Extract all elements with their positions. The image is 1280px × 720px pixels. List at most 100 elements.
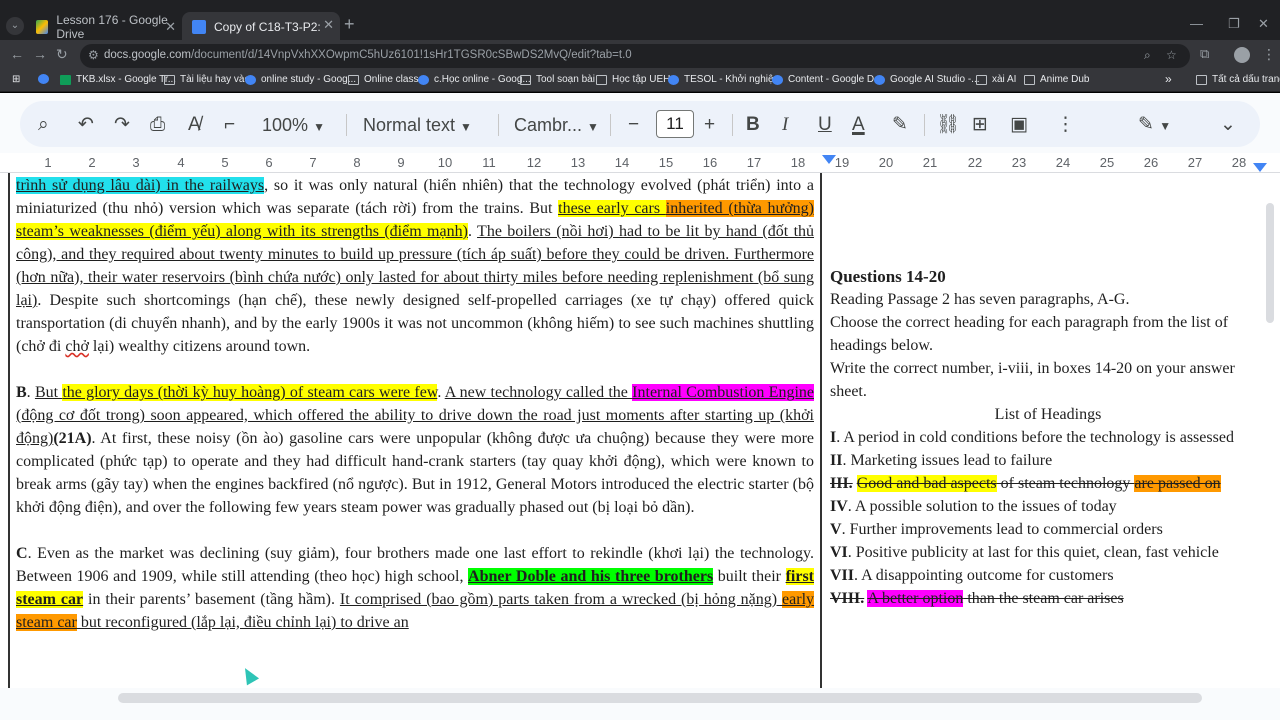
all-bookmarks[interactable]: Tất cả dấu trang [1196,74,1280,85]
google-icon [245,74,256,85]
vertical-scrollbar[interactable] [1266,203,1274,323]
spellcheck-icon[interactable]: A̸ [188,113,201,137]
close-tab-icon[interactable]: ✕ [323,17,334,33]
extensions-icon[interactable]: ⧉ [1200,46,1209,62]
close-window-icon[interactable]: ✕ [1258,16,1269,32]
folder-icon [1196,74,1207,85]
sheets-icon [60,74,71,85]
instruction-line: Choose the correct heading for each para… [830,314,1229,354]
document-canvas[interactable]: trình sử dụng lâu dài) in the railways, … [0,173,1280,688]
bookmark-item[interactable]: TKB.xlsx - Google Tr... [60,74,176,85]
collapse-toolbar-icon[interactable]: ⌄ [1220,113,1236,137]
ruler-tick: 5 [221,155,229,170]
indent-marker[interactable] [822,155,836,164]
bookmark-star-icon[interactable]: ☆ [1166,48,1177,62]
google-docs-icon [192,20,206,34]
google-icon [668,74,679,85]
divider [924,114,925,136]
more-options-icon[interactable]: ⋮ [1056,113,1075,137]
new-tab-icon[interactable]: + [344,14,355,35]
italic-icon[interactable]: I [782,113,788,137]
bookmark-item[interactable]: Content - Google D... [772,74,883,85]
tab-steam-doc[interactable]: Copy of C18-T3-P2: The steam ✕ [182,12,340,42]
heading-option[interactable]: II. Marketing issues lead to failure [830,449,1266,472]
right-indent-marker[interactable] [1253,163,1267,172]
heading-option[interactable]: VIII. A better option than the steam car… [830,587,1266,610]
bookmark-item[interactable]: c.Học online - Goog... [418,74,531,85]
bold-icon[interactable]: B [746,113,760,137]
folder-icon [520,74,531,85]
paragraph-b[interactable]: B. But the glory days (thời kỳ huy hoàng… [10,381,820,519]
tab-title: Lesson 176 - Google Drive [56,13,168,41]
ruler-tick: 8 [353,155,361,170]
ruler-tick: 3 [132,155,140,170]
font-select[interactable]: Cambr... ▼ [514,113,599,139]
google-icon [874,74,885,85]
bookmarks-bar: ⊞ TKB.xlsx - Google Tr... Tài liệu hay v… [0,70,1280,92]
editing-mode-icon[interactable]: ✎ ▼ [1138,113,1171,137]
paint-format-icon[interactable]: ⌐ [224,113,235,137]
font-size-input[interactable]: 11 [656,110,694,138]
tab-search-icon[interactable]: ⌄ [6,17,24,35]
tab-lesson-drive[interactable]: Lesson 176 - Google Drive ✕ [26,13,182,41]
back-icon[interactable]: ← [10,46,24,62]
docs-toolbar: ⌕ ↶ ↷ ⎙ A̸ ⌐ 100% ▼ Normal text ▼ Cambr.… [0,93,1280,153]
heading-option[interactable]: VI. Positive publicity at last for this … [830,541,1266,564]
heading-option[interactable]: IV. A possible solution to the issues of… [830,495,1266,518]
ruler-tick: 7 [309,155,317,170]
bookmark-item[interactable]: Google AI Studio -... [874,74,980,85]
ruler-tick: 6 [265,155,273,170]
omnibox[interactable]: ⚙ docs.google.com/document/d/14VnpVxhXXO… [80,44,1190,68]
paragraph-a-end[interactable]: trình sử dụng lâu dài) in the railways, … [10,174,820,358]
increase-font-size-icon[interactable]: + [704,113,715,137]
zoom-icon[interactable]: ⌕ [1144,48,1151,63]
bookmarks-more[interactable]: » [1165,72,1172,86]
bookmark-item[interactable]: xài AI [976,74,1016,85]
text-color-icon[interactable]: A [852,113,865,137]
style-select[interactable]: Normal text ▼ [363,113,472,139]
chrome-menu-icon[interactable]: ⋮ [1262,46,1276,63]
bookmark-item[interactable]: Online class [348,74,418,85]
ruler-tick: 16 [702,155,718,170]
reload-icon[interactable]: ↻ [56,46,68,63]
heading-option[interactable]: VII. A disappointing outcome for custome… [830,564,1266,587]
underline-icon[interactable]: U [818,113,832,137]
bookmark-item[interactable]: Anime Dub [1024,74,1089,85]
heading-option[interactable]: III. Good and bad aspects of steam techn… [830,472,1266,495]
site-info-icon[interactable]: ⚙ [88,48,99,62]
redo-icon[interactable]: ↷ [114,113,130,137]
ruler-tick: 14 [614,155,630,170]
close-tab-icon[interactable]: ✕ [165,19,176,35]
horizontal-scrollbar[interactable] [118,693,1202,703]
profile-avatar[interactable] [1234,47,1250,63]
heading-option[interactable]: I. A period in cold conditions before th… [830,426,1266,449]
folder-icon [164,74,175,85]
bookmark-item[interactable]: Tài liệu hay vào [164,74,250,85]
google-icon [772,74,783,85]
folder-icon [1024,74,1035,85]
zoom-select[interactable]: 100% ▼ [262,113,325,139]
ruler-tick: 25 [1099,155,1115,170]
paragraph-c[interactable]: C. Even as the market was declining (suy… [10,542,820,634]
apps-icon[interactable]: ⊞ [12,74,20,85]
bookmark-item[interactable]: online study - Goog... [245,74,356,85]
add-comment-icon[interactable]: ⊞ [972,113,988,137]
minimize-icon[interactable]: — [1190,16,1203,31]
passage-column[interactable]: trình sử dụng lâu dài) in the railways, … [8,173,822,688]
bookmark-item[interactable]: Tool soạn bài [520,74,595,85]
print-icon[interactable]: ⎙ [150,113,165,137]
insert-link-icon[interactable]: ⛓ [936,113,960,137]
insert-image-icon[interactable]: ▣ [1010,113,1028,137]
highlight-icon[interactable]: ✎ [892,113,908,137]
bookmark-item[interactable]: TESOL - Khởi nghiệ... [668,74,782,85]
bookmark-item[interactable]: Học tập UEH [596,74,670,85]
search-menus-icon[interactable]: ⌕ [38,113,49,137]
undo-icon[interactable]: ↶ [78,113,94,137]
questions-column[interactable]: Questions 14-20 Reading Passage 2 has se… [830,173,1266,688]
forward-icon[interactable]: → [33,46,47,62]
ruler-tick: 9 [397,155,405,170]
heading-option[interactable]: V. Further improvements lead to commerci… [830,518,1266,541]
decrease-font-size-icon[interactable]: − [628,113,639,137]
google-icon[interactable] [38,74,54,84]
restore-icon[interactable]: ❐ [1228,16,1240,32]
